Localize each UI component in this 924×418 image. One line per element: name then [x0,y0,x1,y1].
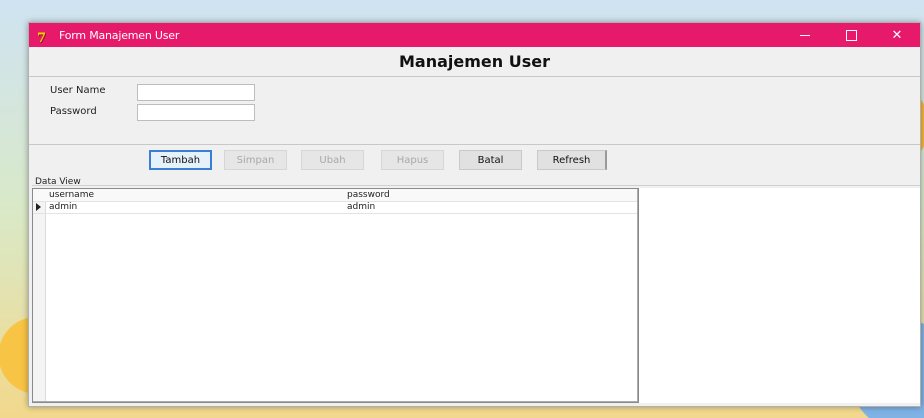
current-row-icon [36,203,41,211]
close-button[interactable]: ✕ [874,23,920,47]
data-grid[interactable]: username password admin admin [32,188,639,403]
page-title: Manajemen User [29,47,920,77]
table-cell-username[interactable]: admin [49,201,77,213]
minimize-icon [800,34,810,36]
row-header-column [33,189,46,401]
close-icon: ✕ [891,27,903,43]
password-field[interactable] [137,104,255,121]
simpan-button[interactable]: Simpan [224,150,287,170]
maximize-icon [845,29,857,41]
tambah-button[interactable]: Tambah [149,150,212,170]
password-label: Password [50,106,97,117]
minimize-button[interactable] [782,23,828,47]
refresh-button[interactable]: Refresh [537,150,607,170]
ubah-button[interactable]: Ubah [301,150,364,170]
title-bar[interactable]: 7 Form Manajemen User ✕ [29,23,920,47]
hapus-button[interactable]: Hapus [381,150,444,170]
table-row[interactable]: admin admin [33,201,637,214]
batal-button[interactable]: Batal [459,150,522,170]
user-name-field[interactable] [137,84,255,101]
table-cell-password[interactable]: admin [347,201,375,213]
right-pane [639,188,920,403]
user-name-label: User Name [50,85,106,96]
column-header-username[interactable]: username [49,189,94,201]
window-title: Form Manajemen User [59,28,180,42]
column-header-password[interactable]: password [347,189,390,201]
app-icon: 7 [37,31,47,46]
data-grid-body: username password admin admin [33,189,637,401]
separator [29,144,920,145]
maximize-button[interactable] [828,23,874,47]
form-window: 7 Form Manajemen User ✕ Manajemen User U… [28,22,921,407]
